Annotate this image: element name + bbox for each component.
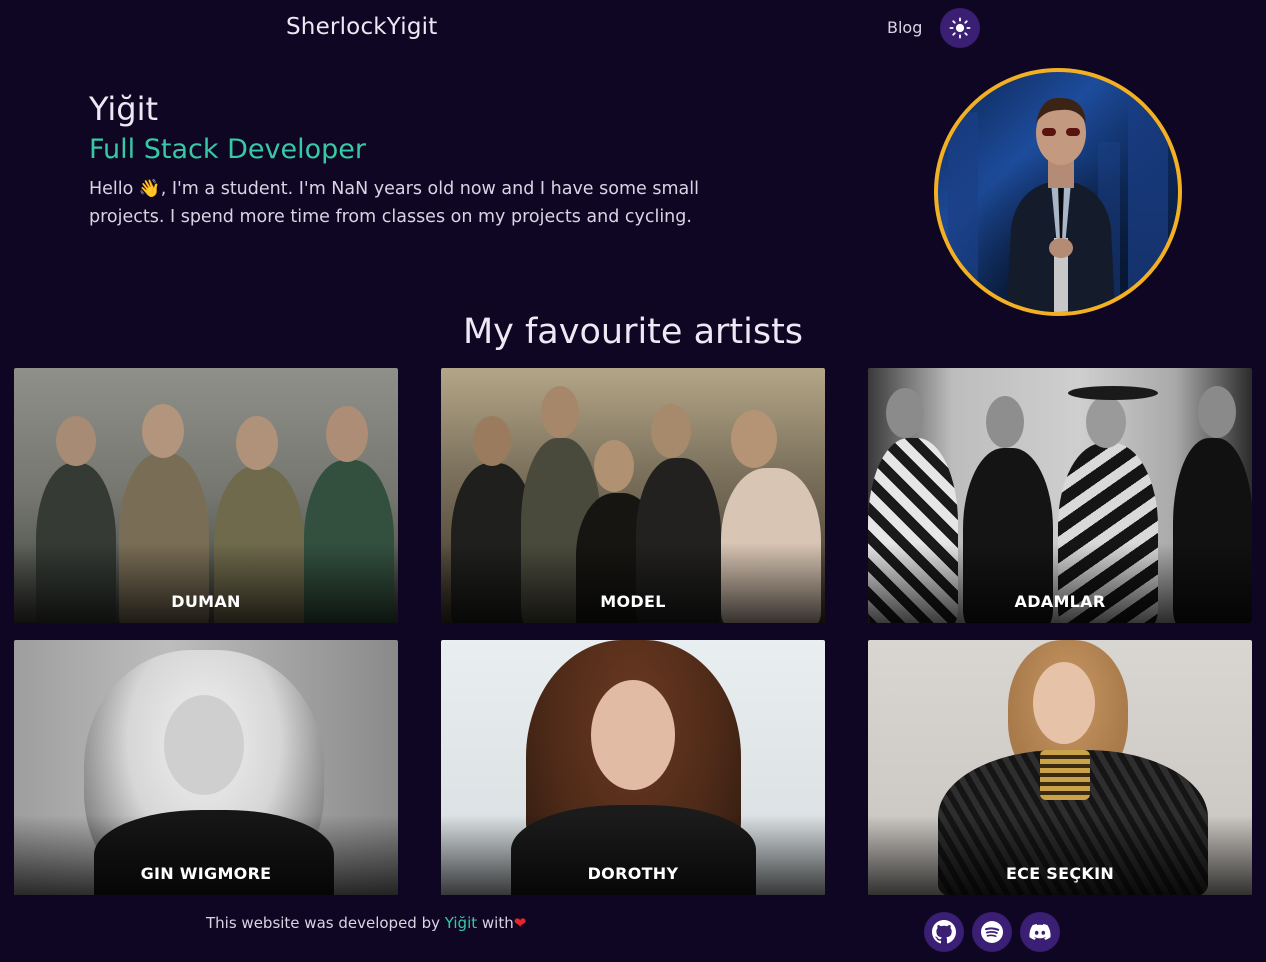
artist-name: ADAMLAR xyxy=(1014,592,1106,611)
footer-author-link[interactable]: Yiğit xyxy=(445,914,477,932)
artist-name: DUMAN xyxy=(171,592,241,611)
footer-prefix: This website was developed by xyxy=(206,914,445,932)
hero-bio: Hello 👋, I'm a student. I'm NaN years ol… xyxy=(89,179,699,227)
heart-icon: ❤ xyxy=(513,914,527,932)
avatar xyxy=(934,68,1182,316)
spotify-button[interactable] xyxy=(972,912,1012,952)
nav-blog-link[interactable]: Blog xyxy=(887,18,922,37)
artist-card-gin-wigmore[interactable]: GIN WIGMORE xyxy=(14,640,398,895)
page: SherlockYigit Blog Yiğit Full Stack Deve… xyxy=(0,0,1266,962)
artist-name: ECE SEÇKIN xyxy=(1005,864,1115,883)
theme-toggle-button[interactable] xyxy=(940,8,980,48)
artist-card-model[interactable]: MODEL xyxy=(441,368,825,623)
footer-credit: This website was developed by Yiğit with… xyxy=(206,914,526,932)
section-title: My favourite artists xyxy=(462,312,804,352)
footer-suffix: with xyxy=(477,914,514,932)
artist-card-dorothy[interactable]: DOROTHY xyxy=(441,640,825,895)
github-button[interactable] xyxy=(924,912,964,952)
github-icon xyxy=(932,920,956,944)
artist-name: GIN WIGMORE xyxy=(140,864,272,883)
artist-card-duman[interactable]: DUMAN xyxy=(14,368,398,623)
sun-icon xyxy=(949,17,971,39)
artist-name: MODEL xyxy=(600,592,666,611)
artist-card-ece-seckin[interactable]: ECE SEÇKIN xyxy=(868,640,1252,895)
hero-role: Full Stack Developer xyxy=(89,134,366,165)
site-title[interactable]: SherlockYigit xyxy=(286,14,437,40)
spotify-icon xyxy=(981,921,1003,943)
avatar-portrait xyxy=(1006,97,1116,312)
hero-name: Yiğit xyxy=(89,90,159,128)
discord-icon xyxy=(1029,924,1051,940)
artist-card-adamlar[interactable]: ADAMLAR xyxy=(868,368,1252,623)
artist-name: DOROTHY xyxy=(587,864,679,883)
discord-button[interactable] xyxy=(1020,912,1060,952)
